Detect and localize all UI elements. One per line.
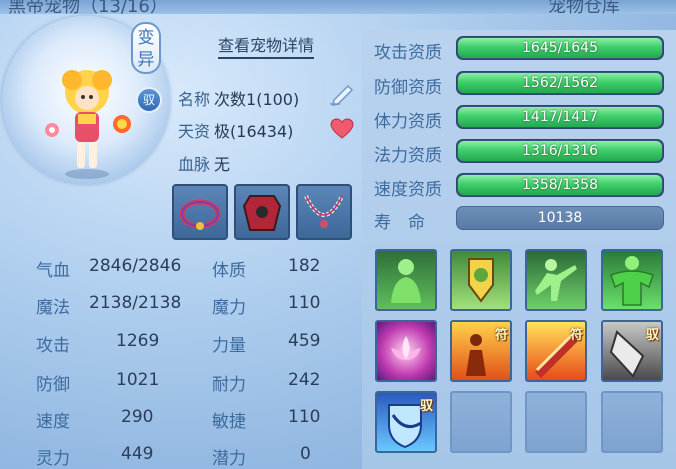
mutation-badge: 变异 [131,22,161,74]
equipment-slot-armor[interactable] [234,184,290,240]
aptitude-value: 1645/1645 [522,40,598,56]
aptitude-label: 法力资质 [374,146,442,166]
skill-slot[interactable] [525,249,587,311]
aptitude-label: 速度资质 [374,180,442,200]
collar-icon [179,199,221,230]
green-muscle-skill-icon [610,256,654,306]
stat-value: 110 [288,407,321,427]
pet-portrait[interactable] [42,62,132,180]
heart-icon[interactable] [330,118,354,140]
pet-storage-tab[interactable]: 宠物仓库 [548,0,620,18]
empty-skill-slot[interactable] [601,391,663,453]
bloodline-label: 血脉 [178,155,211,174]
stat-label: 潜力 [212,449,246,469]
aptitude-value: 1316/1316 [522,143,598,159]
stat-value: 242 [288,370,321,390]
aptitude-bar: 1316/1316 [456,139,664,163]
ride-badge: 驭 [136,87,162,113]
stat-value: 449 [121,444,154,464]
skill-tag: 符 [494,328,508,343]
green-figure-skill-icon [391,259,421,303]
edit-pencil-icon[interactable] [328,82,356,106]
stat-label: 魔力 [212,298,246,318]
stat-value: 0 [300,444,311,464]
stat-value: 2138/2138 [89,293,182,313]
stat-value: 1269 [116,331,160,351]
aptitude-label: 防御资质 [374,78,442,98]
view-pet-details-link[interactable]: 查看宠物详情 [218,36,315,59]
shield-emblem-skill-icon [468,258,494,303]
stat-value: 290 [121,407,154,427]
stat-value: 1021 [116,370,160,390]
skill-slot[interactable] [450,249,512,311]
skill-tag: 符 [569,328,583,343]
equipment-slot-collar[interactable] [172,184,228,240]
aptitude-label: 体力资质 [374,112,442,132]
green-kick-skill-icon [535,259,577,301]
stat-value: 110 [288,293,321,313]
stat-value: 2846/2846 [89,256,182,276]
armor-icon [242,195,282,231]
lifespan-value: 10138 [456,206,664,230]
stat-label: 防御 [36,375,70,395]
stat-label: 攻击 [36,336,70,356]
skill-slot[interactable]: 驭 [601,320,663,382]
necklace-icon [304,195,344,228]
stat-value: 182 [288,256,321,276]
pink-lotus-skill-icon [391,336,421,360]
equipment-slot-necklace[interactable] [296,184,352,240]
talent-label: 天资 [178,122,211,141]
top-title-bar: 黑帝宠物（13/16） 宠物仓库 [0,0,676,17]
name-row: 名称 次数1(100) [178,86,299,110]
stat-value: 459 [288,331,321,351]
aptitude-value: 1417/1417 [522,109,598,125]
aptitude-bar: 1417/1417 [456,105,664,129]
name-label: 名称 [178,90,211,109]
name-value: 次数1(100) [214,90,300,109]
skill-slot[interactable] [375,249,437,311]
stat-label: 耐力 [212,375,246,395]
skill-slot[interactable]: 驭 [375,391,437,453]
stat-label: 力量 [212,336,246,356]
skill-tag: 驭 [645,328,659,343]
talent-row: 天资 极(16434) [178,118,293,142]
stat-label: 体质 [212,261,246,281]
aptitude-bar: 1562/1562 [456,71,664,95]
lifespan-label: 寿 命 [374,213,425,233]
bloodline-value: 无 [214,155,231,174]
empty-skill-slot[interactable] [525,391,587,453]
talent-value: 极(16434) [214,122,294,141]
aptitude-bar: 1358/1358 [456,173,664,197]
aptitude-value: 1358/1358 [522,177,598,193]
stat-label: 灵力 [36,449,70,469]
stat-label: 气血 [36,261,70,281]
aptitude-value: 1562/1562 [522,75,598,91]
skill-slot[interactable]: 符 [525,320,587,382]
skill-slot[interactable] [601,249,663,311]
skill-tag: 驭 [419,399,433,414]
skill-slot[interactable]: 符 [450,320,512,382]
stat-label: 速度 [36,412,70,432]
aptitude-bar: 1645/1645 [456,36,664,60]
aptitude-label: 攻击资质 [374,43,442,63]
empty-skill-slot[interactable] [450,391,512,453]
bloodline-row: 血脉无 [178,151,230,175]
skill-slot[interactable] [375,320,437,382]
stat-label: 魔法 [36,298,70,318]
stat-label: 敏捷 [212,412,246,432]
